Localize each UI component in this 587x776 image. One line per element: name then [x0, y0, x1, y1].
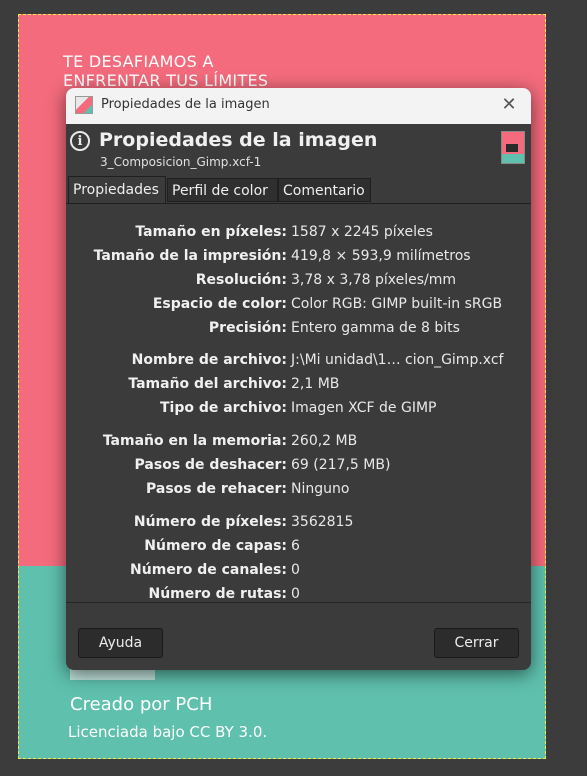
info-icon: i — [70, 131, 90, 151]
properties-panel: Tamaño en píxeles: 1587 x 2245 píxeles T… — [66, 203, 531, 603]
close-button[interactable]: Cerrar — [434, 628, 519, 658]
property-value: 69 (217,5 MB) — [291, 457, 391, 473]
property-value: 0 — [291, 562, 300, 578]
property-row: Tamaño de la impresión: 419,8 × 593,9 mi… — [66, 245, 531, 267]
property-value: Color RGB: GIMP built-in sRGB — [291, 296, 503, 312]
property-row: Tamaño en la memoria: 260,2 MB — [66, 430, 531, 452]
property-label: Pasos de rehacer: — [146, 481, 287, 497]
dialog-footer: Ayuda Cerrar — [66, 603, 531, 670]
property-row: Espacio de color: Color RGB: GIMP built-… — [66, 293, 531, 315]
canvas-headline: TE DESAFIAMOS A ENFRENTAR TUS LÍMITES — [63, 52, 269, 90]
property-row: Número de píxeles: 3562815 — [66, 511, 531, 533]
property-label: Número de capas: — [144, 538, 287, 554]
property-label: Espacio de color: — [152, 296, 287, 312]
property-value: 0 — [291, 586, 300, 602]
property-label: Número de canales: — [130, 562, 287, 578]
property-value: Imagen XCF de GIMP — [291, 400, 437, 416]
property-row: Pasos de rehacer: Ninguno — [66, 478, 531, 500]
property-row: Nombre de archivo: J:\Mi unidad\1… cion_… — [66, 349, 531, 371]
property-row: Pasos de deshacer: 69 (217,5 MB) — [66, 454, 531, 476]
tab-propiedades[interactable]: Propiedades — [68, 176, 166, 204]
property-row: Número de rutas: 0 — [66, 583, 531, 605]
image-properties-dialog: Propiedades de la imagen ✕ i Propiedades… — [66, 88, 531, 670]
property-value: Ninguno — [291, 481, 350, 497]
tab-bar: Propiedades Perfil de color Comentario — [66, 176, 531, 204]
window-title: Propiedades de la imagen — [101, 97, 270, 112]
property-label: Tipo de archivo: — [159, 400, 287, 416]
property-row: Tamaño en píxeles: 1587 x 2245 píxeles — [66, 221, 531, 243]
property-value: 1587 x 2245 píxeles — [291, 224, 433, 240]
property-value: 6 — [291, 538, 300, 554]
property-value: J:\Mi unidad\1… cion_Gimp.xcf — [291, 352, 504, 368]
property-row: Tipo de archivo: Imagen XCF de GIMP — [66, 397, 531, 419]
dialog-titlebar[interactable]: Propiedades de la imagen ✕ — [66, 88, 531, 125]
property-value: 260,2 MB — [291, 433, 358, 449]
property-label: Número de píxeles: — [133, 514, 287, 530]
property-value: 419,8 × 593,9 milímetros — [291, 248, 471, 264]
property-value: 3562815 — [291, 514, 354, 530]
property-value: 3,78 x 3,78 píxeles/mm — [291, 272, 457, 288]
property-label: Tamaño en píxeles: — [135, 224, 287, 240]
header-title: Propiedades de la imagen — [99, 129, 378, 151]
help-button[interactable]: Ayuda — [78, 628, 163, 658]
property-row: Número de canales: 0 — [66, 559, 531, 581]
tab-comentario[interactable]: Comentario — [278, 178, 371, 202]
property-value: 2,1 MB — [291, 376, 340, 392]
property-row: Tamaño del archivo: 2,1 MB — [66, 373, 531, 395]
property-label: Tamaño de la impresión: — [93, 248, 287, 264]
property-label: Nombre de archivo: — [131, 352, 287, 368]
property-label: Número de rutas: — [148, 586, 288, 602]
property-row: Resolución: 3,78 x 3,78 píxeles/mm — [66, 269, 531, 291]
canvas-license: Licenciada bajo CC BY 3.0. — [68, 723, 268, 741]
property-row: Número de capas: 6 — [66, 535, 531, 557]
property-label: Tamaño en la memoria: — [102, 433, 287, 449]
property-label: Resolución: — [195, 272, 287, 288]
gimp-app-icon — [75, 96, 93, 114]
property-label: Precisión: — [208, 320, 287, 336]
property-label: Tamaño del archivo: — [128, 376, 287, 392]
image-thumbnail — [501, 131, 525, 164]
tab-perfil-de-color[interactable]: Perfil de color — [167, 178, 278, 202]
close-icon[interactable]: ✕ — [499, 95, 519, 115]
dialog-header: i Propiedades de la imagen 3_Composicion… — [66, 124, 531, 174]
property-row: Precisión: Entero gamma de 8 bits — [66, 317, 531, 339]
header-subtitle: 3_Composicion_Gimp.xcf-1 — [100, 155, 262, 169]
property-value: Entero gamma de 8 bits — [291, 320, 460, 336]
property-label: Pasos de deshacer: — [134, 457, 287, 473]
canvas-credit: Creado por PCH — [70, 694, 213, 715]
